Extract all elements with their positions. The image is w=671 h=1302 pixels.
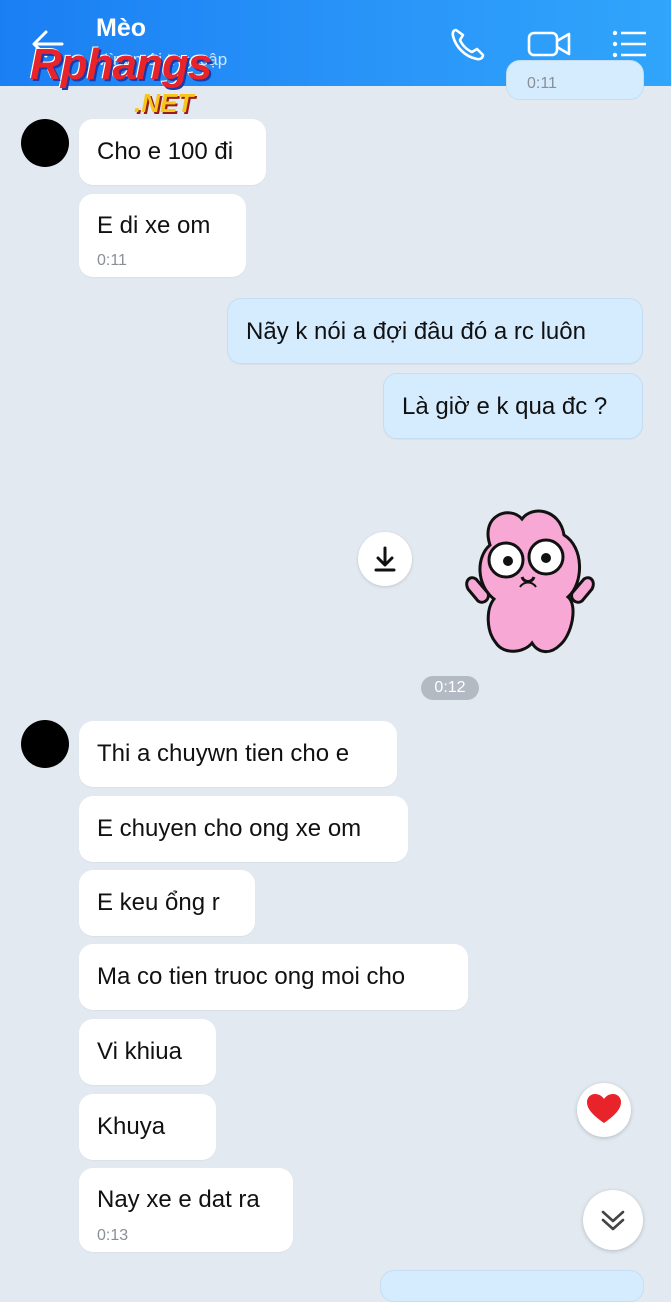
sticker-message[interactable] bbox=[460, 505, 600, 660]
message-text: E di xe om bbox=[97, 212, 211, 239]
avatar[interactable] bbox=[21, 119, 69, 167]
sticker-time: 0:12 bbox=[421, 676, 479, 700]
chevron-double-down-icon bbox=[601, 1210, 625, 1231]
outgoing-message[interactable]: Nãy k nói a đợi đâu đó a rc luôn bbox=[227, 298, 643, 364]
message-text: Khuya bbox=[97, 1113, 166, 1140]
video-camera-icon bbox=[527, 31, 571, 57]
incoming-message[interactable]: E di xe om 0:11 bbox=[79, 194, 246, 277]
video-call-button[interactable] bbox=[526, 24, 571, 64]
heart-icon bbox=[587, 1094, 621, 1123]
outgoing-message[interactable]: Là giờ e k qua đc ? bbox=[383, 373, 643, 439]
download-button[interactable] bbox=[358, 532, 412, 586]
message-text: Ma co tien truoc ong moi cho bbox=[97, 963, 406, 990]
message-text: Cho e 100 đi bbox=[97, 138, 234, 165]
phone-icon bbox=[451, 28, 485, 61]
message-time: 0:11 bbox=[97, 252, 127, 269]
watermark-sub-text: .NET bbox=[134, 88, 194, 118]
avatar[interactable] bbox=[21, 720, 69, 768]
back-button[interactable] bbox=[26, 26, 70, 62]
incoming-message[interactable]: Nay xe e dat ra 0:13 bbox=[79, 1168, 293, 1252]
message-text: Là giờ e k qua đc ? bbox=[402, 393, 608, 420]
incoming-message[interactable]: Cho e 100 đi bbox=[79, 119, 266, 185]
arrow-left-icon bbox=[32, 30, 64, 58]
incoming-message[interactable]: E chuyen cho ong xe om bbox=[79, 796, 408, 862]
message-text: Vi khiua bbox=[97, 1038, 182, 1065]
list-menu-icon bbox=[612, 30, 646, 58]
last-seen-status: Vừa mới truy cập bbox=[96, 50, 228, 69]
download-icon bbox=[374, 546, 396, 572]
message-time: 0:11 bbox=[527, 75, 557, 92]
react-heart-button[interactable] bbox=[577, 1083, 631, 1137]
message-text: Thi a chuywn tien cho e bbox=[97, 740, 350, 767]
outgoing-message-partial[interactable] bbox=[380, 1270, 644, 1302]
message-text: Nãy k nói a đợi đâu đó a rc luôn bbox=[246, 318, 586, 345]
call-button[interactable] bbox=[446, 24, 490, 64]
incoming-message[interactable]: Ma co tien truoc ong moi cho bbox=[79, 944, 468, 1010]
incoming-message[interactable]: E keu ổng r bbox=[79, 870, 255, 936]
message-time: 0:13 bbox=[97, 1227, 129, 1244]
pink-bunny-sticker-icon bbox=[465, 509, 595, 653]
menu-button[interactable] bbox=[608, 24, 652, 64]
outgoing-message-partial[interactable]: 0:11 bbox=[506, 60, 644, 100]
scroll-to-bottom-button[interactable] bbox=[583, 1190, 643, 1250]
message-text: E chuyen cho ong xe om bbox=[97, 815, 362, 842]
message-text: Nay xe e dat ra bbox=[97, 1186, 260, 1213]
incoming-message[interactable]: Thi a chuywn tien cho e bbox=[79, 721, 397, 787]
contact-name[interactable]: Mèo bbox=[96, 14, 146, 43]
incoming-message[interactable]: Vi khiua bbox=[79, 1019, 216, 1085]
message-text: E keu ổng r bbox=[97, 889, 220, 916]
incoming-message[interactable]: Khuya bbox=[79, 1094, 216, 1160]
